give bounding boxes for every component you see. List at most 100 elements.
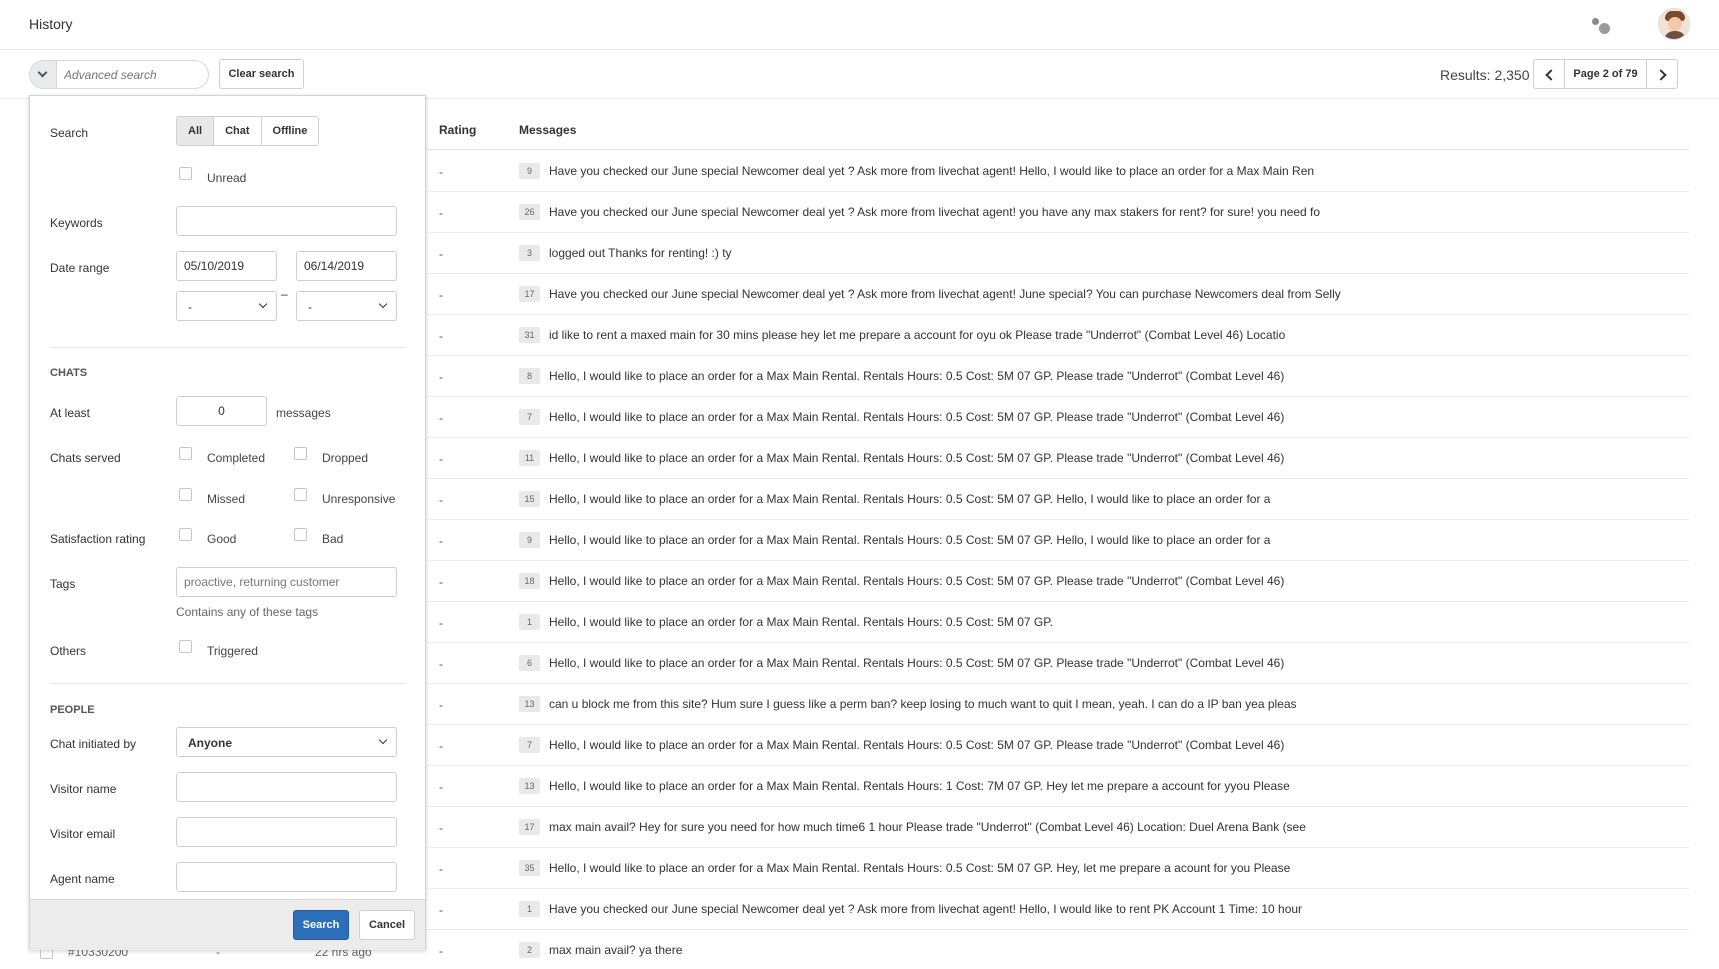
message-count-badge: 31 <box>519 327 540 343</box>
dropped-checkbox[interactable] <box>294 447 307 460</box>
table-row[interactable]: - 31 id like to rent a maxed main for 30 m… <box>427 315 1689 356</box>
search-type-label: Search <box>50 126 89 140</box>
agent-name-label: Agent name <box>50 872 115 886</box>
results-count: Results: 2,350 <box>1440 67 1530 83</box>
row-rating: - <box>439 534 443 548</box>
table-row[interactable]: - 9 Have you checked our June special Newc… <box>427 151 1689 192</box>
search-type-segmented: All Chat Offline <box>176 116 320 146</box>
agent-name-input[interactable] <box>176 862 397 892</box>
row-message: Hello, I would like to place an order fo… <box>549 492 1271 506</box>
table-row[interactable]: - 6 Hello, I would like to place an order … <box>427 643 1689 684</box>
row-message: Hello, I would like to place an order fo… <box>549 451 1285 465</box>
row-message: id like to rent a maxed main for 30 mins… <box>549 328 1286 342</box>
satisfaction-label: Satisfaction rating <box>50 532 146 546</box>
row-rating: - <box>439 821 443 835</box>
table-row[interactable]: - 3 logged out Thanks for renting! :) ty <box>427 233 1689 274</box>
table-row[interactable]: - 17 Have you checked our June special New… <box>427 274 1689 315</box>
good-checkbox[interactable] <box>179 528 192 541</box>
tags-input[interactable] <box>176 567 397 597</box>
chats-section-title: CHATS <box>50 367 88 379</box>
table-row[interactable]: - 9 Hello, I would like to place an order … <box>427 520 1689 561</box>
row-rating: - <box>439 411 443 425</box>
tags-label: Tags <box>50 577 76 591</box>
row-message: max main avail? ya there <box>549 943 683 957</box>
message-count-badge: 13 <box>519 696 540 712</box>
advanced-search-panel: Search All Chat Offline Unread Keywords … <box>29 95 426 950</box>
chat-initiated-label: Chat initiated by <box>50 737 137 751</box>
table-row[interactable]: - 1 Have you checked our June special Newc… <box>427 889 1689 930</box>
advanced-search-input[interactable] <box>64 66 204 84</box>
table-row[interactable]: - 13 can u block me from this site? Hum su… <box>427 684 1689 725</box>
table-row[interactable]: - 7 Hello, I would like to place an order … <box>427 725 1689 766</box>
time-to-select[interactable]: - <box>296 291 397 321</box>
keywords-input[interactable] <box>176 206 397 236</box>
message-count-badge: 11 <box>519 450 540 466</box>
table-row[interactable]: - 7 Hello, I would like to place an order … <box>427 397 1689 438</box>
missed-checkbox[interactable] <box>179 488 192 501</box>
table-row[interactable]: - 8 Hello, I would like to place an order … <box>427 356 1689 397</box>
message-count-badge: 17 <box>519 819 540 835</box>
message-count-badge: 8 <box>519 368 540 384</box>
table-row[interactable]: - 11 Hello, I would like to place an order… <box>427 438 1689 479</box>
message-count-badge: 15 <box>519 491 540 507</box>
message-count-badge: 2 <box>519 942 540 958</box>
message-count-badge: 9 <box>519 532 540 548</box>
segment-all[interactable]: All <box>177 117 215 145</box>
visitor-name-input[interactable] <box>176 772 397 802</box>
unread-label: Unread <box>207 171 247 185</box>
visitor-name-label: Visitor name <box>50 782 117 796</box>
row-rating: - <box>439 452 443 466</box>
row-rating: - <box>439 247 443 261</box>
chevron-down-icon <box>37 67 48 78</box>
bad-checkbox[interactable] <box>294 528 307 541</box>
range-separator: – <box>281 287 288 301</box>
next-page-button[interactable] <box>1646 59 1678 89</box>
clear-search-button[interactable]: Clear search <box>219 59 304 89</box>
table-row[interactable]: - 35 Hello, I would like to place an order… <box>427 848 1689 889</box>
date-to-input[interactable] <box>296 251 397 281</box>
apps-dots-icon[interactable] <box>1592 17 1614 35</box>
time-from-select[interactable]: - <box>176 291 277 321</box>
unread-checkbox[interactable] <box>179 167 192 180</box>
row-rating: - <box>439 657 443 671</box>
chats-served-label: Chats served <box>50 451 121 465</box>
at-least-label: At least <box>50 406 91 420</box>
segment-chat[interactable]: Chat <box>214 117 262 145</box>
message-count-badge: 17 <box>519 286 540 302</box>
triggered-checkbox[interactable] <box>179 640 192 653</box>
date-from-input[interactable] <box>176 251 277 281</box>
row-rating: - <box>439 944 443 958</box>
table-row[interactable]: - 15 Hello, I would like to place an order… <box>427 479 1689 520</box>
segment-offline[interactable]: Offline <box>261 117 319 145</box>
toolbar: Clear search Results: 2,350 Page 2 of 79 <box>0 51 1719 99</box>
message-count-badge: 13 <box>519 778 540 794</box>
table-row[interactable]: - 17 max main avail? Hey for sure you need… <box>427 807 1689 848</box>
table-row[interactable]: - 18 Hello, I would like to place an order… <box>427 561 1689 602</box>
visitor-email-input[interactable] <box>176 817 397 847</box>
table-row[interactable]: - 2 max main avail? ya there <box>427 930 1689 969</box>
prev-page-button[interactable] <box>1533 59 1565 89</box>
message-count-badge: 9 <box>519 163 540 179</box>
user-avatar[interactable] <box>1658 8 1690 40</box>
row-rating: - <box>439 780 443 794</box>
cancel-button[interactable]: Cancel <box>359 910 415 940</box>
advanced-search-toggle[interactable] <box>30 61 57 88</box>
row-message: max main avail? Hey for sure you need fo… <box>549 820 1306 834</box>
table-row[interactable]: - 13 Hello, I would like to place an order… <box>427 766 1689 807</box>
at-least-input[interactable] <box>176 396 267 426</box>
row-message: Have you checked our June special Newcom… <box>549 164 1315 178</box>
table-row[interactable]: - 26 Have you checked our June special New… <box>427 192 1689 233</box>
tags-hint: Contains any of these tags <box>176 605 319 619</box>
chevron-left-icon <box>1545 69 1557 81</box>
unresponsive-checkbox[interactable] <box>294 488 307 501</box>
column-header-rating[interactable]: Rating <box>439 123 476 137</box>
table-row[interactable]: - 1 Hello, I would like to place an order … <box>427 602 1689 643</box>
row-rating: - <box>439 370 443 384</box>
row-message: Hello, I would like to place an order fo… <box>549 656 1285 670</box>
search-button[interactable]: Search <box>293 910 349 940</box>
row-message: logged out Thanks for renting! :) ty <box>549 246 732 260</box>
chat-initiated-select[interactable]: Anyone <box>176 727 397 757</box>
completed-checkbox[interactable] <box>179 447 192 460</box>
message-count-badge: 1 <box>519 614 540 630</box>
others-label: Others <box>50 644 87 658</box>
